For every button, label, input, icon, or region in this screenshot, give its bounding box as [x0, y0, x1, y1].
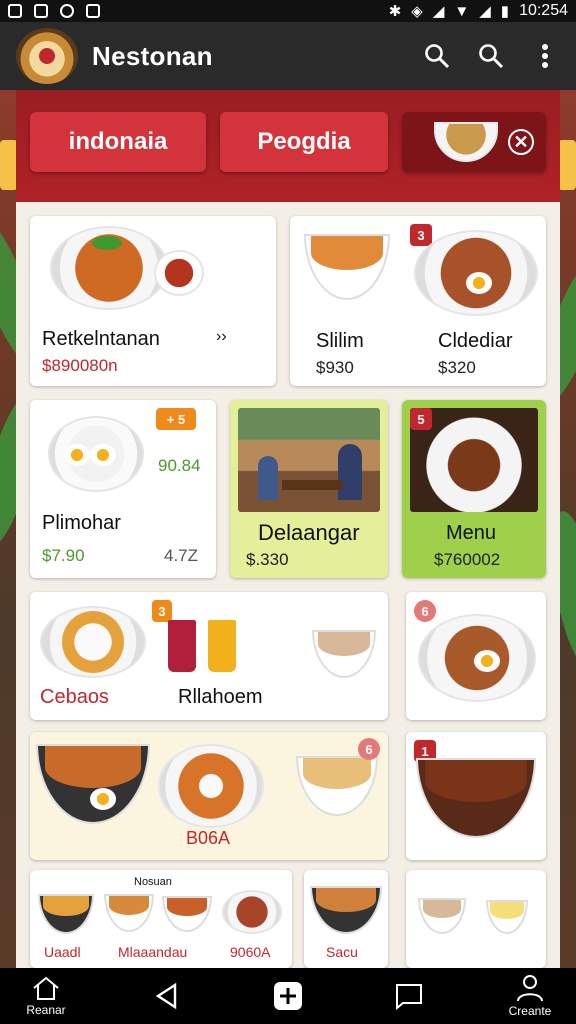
more-vert-icon[interactable]: [530, 41, 560, 71]
dish-name-left: Cebaos: [40, 686, 109, 708]
nav-home[interactable]: Reanar: [14, 975, 78, 1017]
cellular-icon: ◢: [479, 3, 491, 20]
nav-chat[interactable]: [377, 982, 441, 1010]
dessert-cup-image: [486, 900, 528, 934]
menu-card-delaangar[interactable]: Delaangar $.330: [230, 400, 388, 578]
dish-price: $.330: [246, 550, 289, 569]
badge: 5: [410, 408, 432, 430]
dish-price-left: $930: [316, 358, 354, 377]
chevron-icon[interactable]: ››: [216, 328, 227, 346]
power-icon: [60, 4, 74, 18]
close-icon[interactable]: ✕: [508, 129, 534, 155]
nav-profile-label: Creante: [508, 1004, 552, 1018]
soup-pot-image: [418, 898, 466, 934]
bottom-navigation: Reanar Creante: [0, 968, 576, 1024]
dish-name-right: Rllahoem: [178, 686, 263, 708]
juice-glass-image: [168, 620, 196, 672]
camera-icon: [34, 4, 48, 18]
chat-icon: [396, 984, 422, 1010]
category-header: indonaia Peogdia ✕: [16, 90, 560, 202]
app-bar: Nestonan: [0, 22, 576, 90]
nav-back[interactable]: [135, 982, 199, 1010]
status-bar: ✱ ◈ ◢ ▼ ◢ ▮ 10:254: [0, 0, 576, 22]
dish-name-left: Slilim: [316, 330, 364, 352]
app-title: Nestonan: [92, 40, 213, 71]
dish-price-right: $320: [438, 358, 476, 377]
nav-home-label: Reanar: [26, 1003, 66, 1017]
soup-pot-image: [312, 630, 376, 678]
side-value: 90.84: [158, 456, 201, 475]
dish-price: $760002: [434, 550, 501, 569]
clock: 10:254: [519, 2, 568, 19]
signal-icon: ◢: [432, 3, 445, 20]
menu-card-drinks[interactable]: [406, 870, 546, 968]
menu-panel: indonaia Peogdia ✕ Retkelntanan ›› $8900…: [16, 90, 560, 968]
search-icon[interactable]: [422, 41, 452, 71]
badge-plus: + 5: [156, 408, 196, 430]
rice-bowl-image: [36, 744, 150, 824]
soup-bowl-image: [304, 234, 390, 300]
dish-label: Sacu: [326, 944, 358, 960]
nav-profile[interactable]: Creante: [498, 974, 562, 1018]
dish-name: Menu: [446, 522, 497, 544]
menu-card-plimohar[interactable]: + 5 90.84 Plimohar $7.90 4.7Z: [30, 400, 216, 578]
card-top-label: Nosuan: [134, 876, 172, 888]
dish-label: Mlaaandau: [118, 944, 188, 960]
fried-noodle-plate-image: [158, 744, 264, 828]
dish-bowl-image: [38, 894, 94, 934]
battery-icon: ▮: [500, 3, 510, 20]
badge-left: 3: [152, 600, 172, 622]
back-icon: [155, 982, 177, 1010]
badge: 6: [358, 738, 380, 760]
menu-card-slilim[interactable]: 3 Slilim $930 Cldediar $320: [290, 216, 546, 386]
nfc-icon: ◈: [411, 3, 423, 20]
notification-icon: [8, 4, 22, 18]
egg-salad-bowl-image: [296, 756, 378, 816]
menu-card-retkelntanan[interactable]: Retkelntanan ›› $890080n: [30, 216, 276, 386]
dish-name: Plimohar: [42, 512, 121, 534]
menu-card-menu[interactable]: 5 Menu $760002: [402, 400, 546, 578]
dish-price: $7.90: [42, 546, 85, 565]
search-icon[interactable]: [476, 41, 506, 71]
menu-card-beef-stew[interactable]: 1: [406, 732, 546, 860]
person-icon: [517, 975, 543, 1002]
menu-card-b06a[interactable]: 6 B06A: [30, 732, 388, 860]
chip-selected-dish[interactable]: ✕: [402, 112, 546, 172]
juice-glass-image: [208, 620, 236, 672]
mail-icon: [86, 4, 100, 18]
dish-label: Uaadl: [44, 944, 81, 960]
nav-add[interactable]: [256, 981, 320, 1011]
chip-indonesia[interactable]: indonaia: [30, 112, 206, 172]
bowl-thumbnail: [434, 122, 498, 162]
dish-name: Retkelntanan: [42, 328, 160, 350]
dish-price: $890080n: [42, 356, 118, 375]
wifi-icon: ▼: [454, 2, 470, 20]
menu-card-sacu[interactable]: Sacu: [304, 870, 388, 968]
dish-name-right: Cldediar: [438, 330, 513, 352]
beef-stew-bowl-image: [416, 758, 536, 838]
restaurant-photo: [238, 408, 380, 512]
rice-vegetable-bowl-image: [40, 606, 146, 678]
menu-card-combo[interactable]: Nosuan Uaadl Mlaaandau 9060A: [30, 870, 292, 968]
dish-plate-image: [222, 890, 282, 934]
bluetooth-icon: ✱: [388, 3, 402, 20]
dish-label: 9060A: [230, 944, 271, 960]
dish-bowl-image: [310, 886, 382, 934]
badge: 3: [410, 224, 432, 246]
menu-card-fried-chicken[interactable]: 6: [406, 592, 546, 720]
home-icon: [33, 976, 59, 1000]
dish-bowl-image: [104, 894, 154, 932]
chip-peogdia[interactable]: Peogdia: [220, 112, 388, 172]
sambal-bowl-image: [154, 250, 204, 296]
dish-name: B06A: [186, 828, 231, 848]
menu-card-cebaos[interactable]: 3 Cebaos Rllahoem: [30, 592, 388, 720]
badge: 6: [414, 600, 436, 622]
dish-name: Delaangar: [258, 520, 360, 545]
restaurant-logo[interactable]: [16, 28, 78, 84]
add-icon: [274, 982, 302, 1010]
dish-bowl-image: [162, 896, 212, 932]
dish-price-right: 4.7Z: [164, 546, 199, 565]
